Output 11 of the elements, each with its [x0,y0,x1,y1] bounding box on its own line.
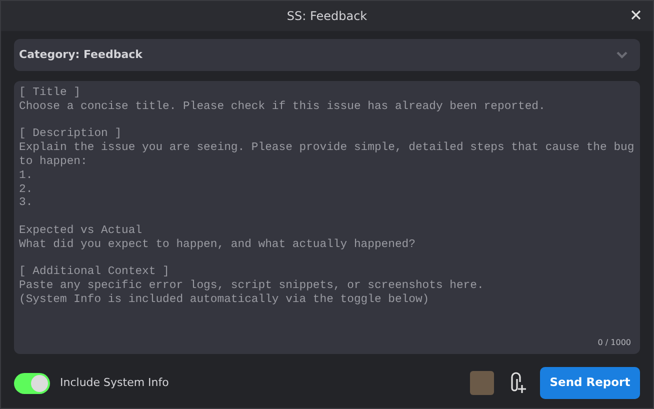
close-icon[interactable] [629,8,643,22]
report-text-area[interactable]: [ Title ] Choose a concise title. Please check if this issue has already been reported. [ Description ] Explain the issue you are seeing. Please provide simple, detailed steps that cause the bug to happen: 1. 2. 3. Expected vs Actual What did you expect to happen, and what actually happened? [ Additional Context ] Paste any specific error logs, script snippets, or screenshots here. (System Info is included automatically via the toggle below) 0 / 1000 [14,81,640,354]
avatar-photo-placeholder [470,371,494,395]
toggle-switch[interactable] [14,372,50,394]
send-report-button[interactable]: Send Report [540,367,640,399]
chevron-down-icon [616,51,628,59]
attach-icon[interactable] [508,372,526,394]
category-dropdown[interactable]: Category: Feedback [14,39,640,71]
window-title: SS: Feedback [286,8,368,25]
character-counter: 0 / 1000 [598,337,631,349]
toggle-label: Include System Info [60,374,169,391]
